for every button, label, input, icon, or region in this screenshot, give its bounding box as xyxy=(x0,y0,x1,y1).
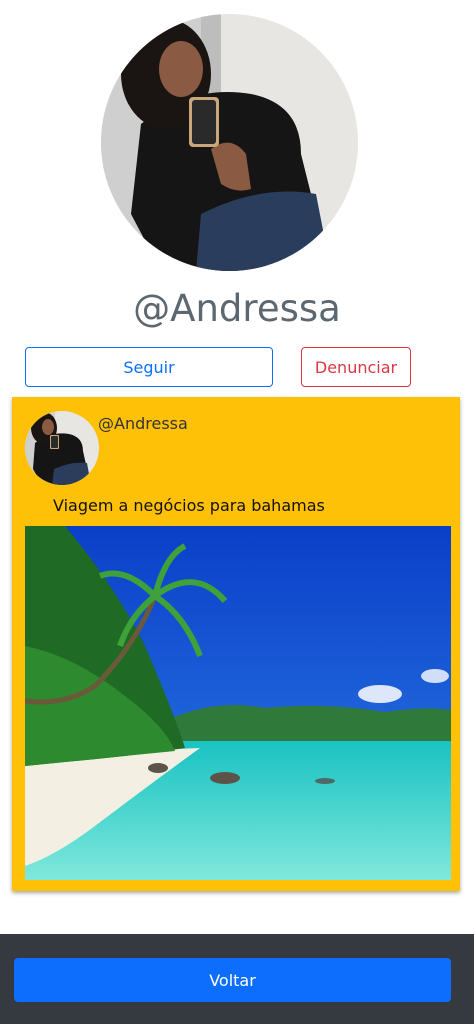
footer-bar: Voltar xyxy=(0,934,474,1024)
back-button[interactable]: Voltar xyxy=(14,958,451,1002)
post-card: @Andressa Viagem a negócios para bahamas xyxy=(12,397,460,891)
profile-photo-icon xyxy=(25,411,99,485)
beach-photo-icon xyxy=(25,526,451,880)
post-image[interactable] xyxy=(25,526,451,880)
follow-button[interactable]: Seguir xyxy=(25,347,273,387)
profile-photo-icon xyxy=(101,14,358,271)
post-author-avatar[interactable] xyxy=(25,411,99,485)
post-caption: Viagem a negócios para bahamas xyxy=(53,496,325,515)
report-button[interactable]: Denunciar xyxy=(301,347,411,387)
profile-avatar xyxy=(101,14,358,271)
profile-username: @Andressa xyxy=(133,287,341,330)
post-author-name[interactable]: @Andressa xyxy=(98,414,188,433)
